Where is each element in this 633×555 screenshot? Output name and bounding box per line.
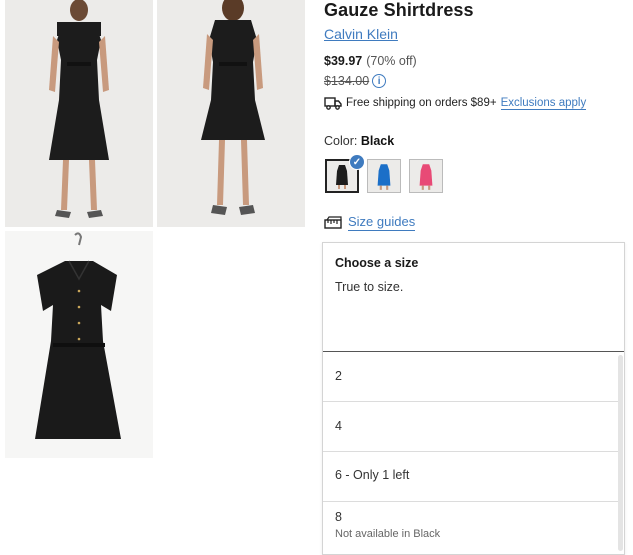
size-option-6[interactable]: 6 - Only 1 left (323, 452, 619, 502)
truck-icon (324, 97, 342, 110)
color-prefix: Color: (324, 134, 361, 148)
selected-check-icon: ✓ (349, 154, 365, 170)
swatch-pink-image (410, 160, 442, 192)
size-list-scrollbar[interactable] (618, 355, 623, 551)
product-title: Gauze Shirtdress (324, 0, 474, 20)
color-label: Color: Black (324, 134, 394, 148)
size-guides-link[interactable]: Size guides (348, 214, 416, 231)
size-option-4[interactable]: 4 (323, 402, 619, 452)
dress-back-image (157, 0, 305, 227)
ruler-icon (324, 215, 342, 229)
exclusions-link[interactable]: Exclusions apply (500, 97, 587, 110)
brand-link[interactable]: Calvin Klein (324, 26, 398, 42)
swatch-blue-image (368, 160, 400, 192)
product-photo-front[interactable] (5, 0, 153, 227)
shipping-text: Free shipping on orders $89+ (346, 97, 497, 109)
info-icon[interactable]: i (372, 74, 387, 88)
size-unavailable-note: Not available in Black (335, 528, 441, 540)
product-photo-back[interactable] (157, 0, 305, 227)
size-option-label: 6 - Only 1 left (335, 468, 410, 482)
product-photo-hanger[interactable] (5, 231, 153, 458)
sale-price: $39.97 (324, 54, 363, 68)
dress-front-image (5, 0, 153, 227)
discount-percent: (70% off) (366, 54, 417, 68)
swatch-pink[interactable] (409, 159, 443, 193)
size-dropdown[interactable]: Choose a size True to size. 2 4 6 - Only… (322, 242, 625, 555)
swatch-blue[interactable] (367, 159, 401, 193)
dress-hanger-image (5, 231, 153, 458)
shipping-row: Free shipping on orders $89+ Exclusions … (324, 96, 587, 110)
original-price-row: $134.00 i (324, 74, 387, 88)
size-dropdown-heading: Choose a size (335, 256, 419, 270)
size-option-label: 4 (335, 419, 342, 433)
size-option-8[interactable]: 8 Not available in Black (323, 502, 619, 554)
size-option-label: 8 (335, 510, 342, 524)
size-fit-note: True to size. (335, 280, 404, 294)
size-guide-row[interactable]: Size guides (324, 214, 416, 231)
color-value: Black (360, 134, 395, 148)
price-row: $39.97 (70% off) (324, 54, 417, 68)
size-option-2[interactable]: 2 (323, 352, 619, 402)
original-price: $134.00 (324, 74, 370, 88)
size-option-label: 2 (335, 369, 342, 383)
